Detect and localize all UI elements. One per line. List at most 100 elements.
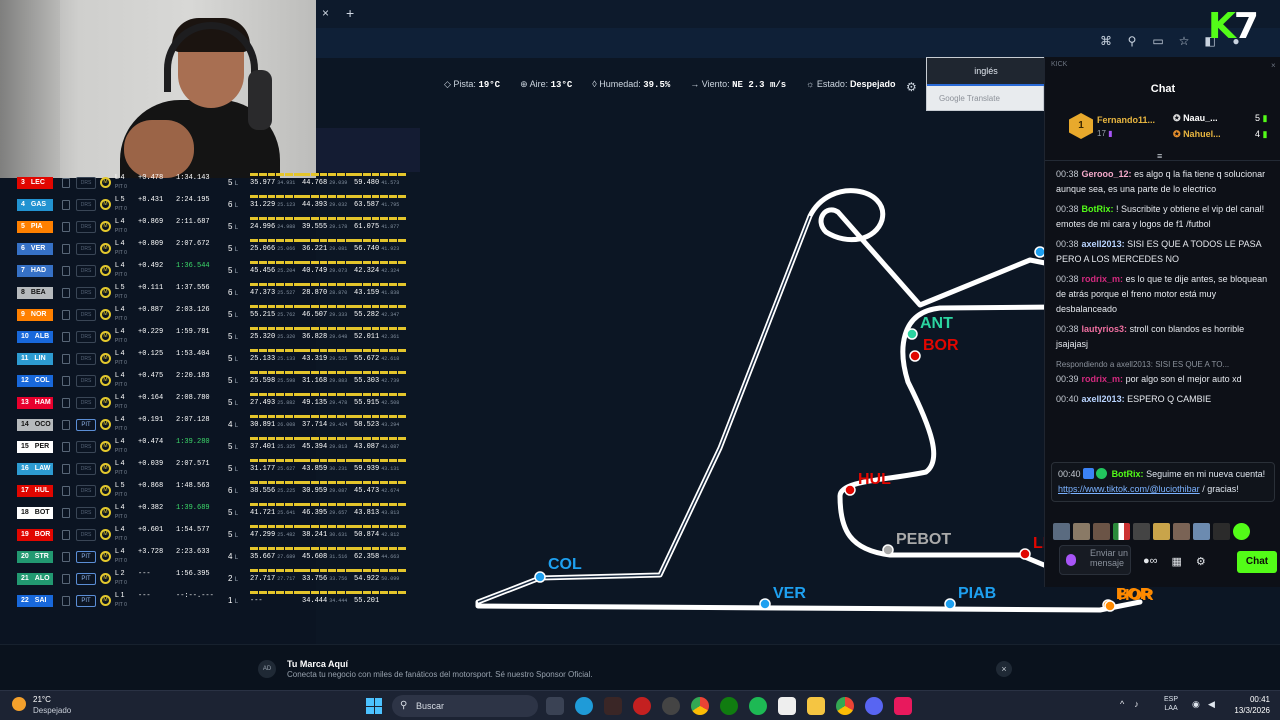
timing-row[interactable]: 9 NOR DRS M L 4 PIT 0 +0.887 2:03.126 5 L… bbox=[0, 304, 418, 326]
gift-icon[interactable]: ▦ bbox=[1172, 555, 1182, 568]
tray-chevron-icon[interactable]: ^ bbox=[1120, 699, 1124, 709]
emote[interactable] bbox=[1113, 523, 1130, 540]
new-tab-icon[interactable]: + bbox=[346, 5, 354, 21]
sector-3: 59.480 41.573 bbox=[354, 179, 400, 187]
timing-row[interactable]: 8 BEA DRS M L 5 PIT 0 +0.111 1:37.556 6 L… bbox=[0, 282, 418, 304]
taskbar-search[interactable]: ⚲ Buscar bbox=[392, 695, 538, 717]
clock[interactable]: 00:41 13/3/2026 bbox=[1226, 694, 1270, 716]
close-sponsor-icon[interactable]: × bbox=[996, 661, 1012, 677]
weather-temp: 21°C bbox=[33, 695, 51, 704]
timing-row[interactable]: 21 ALO PIT M L 2 PIT 0 --- 1:56.395 2 L 2… bbox=[0, 568, 418, 590]
send-chat-button[interactable]: Chat bbox=[1237, 551, 1277, 573]
timing-row[interactable]: 3 LEC DRS M L 4 PIT 0 +0.478 1:34.143 5 L… bbox=[0, 172, 418, 194]
car-marker[interactable] bbox=[1019, 548, 1031, 560]
timing-row[interactable]: 14 OCO PIT M L 4 PIT 0 +0.191 2:07.128 4 … bbox=[0, 414, 418, 436]
mic-tray-icon[interactable]: ♪ bbox=[1134, 699, 1139, 709]
emote[interactable] bbox=[1233, 523, 1250, 540]
input-language[interactable]: ESP LAA bbox=[1164, 695, 1178, 713]
top-gifter-1-name[interactable]: Fernando11... bbox=[1097, 115, 1155, 125]
timing-row[interactable]: 11 LIN DRS M L 4 PIT 0 +0.125 1:53.404 5 … bbox=[0, 348, 418, 370]
timing-row[interactable]: 6 VER DRS M L 4 PIT 0 +0.809 2:07.672 5 L… bbox=[0, 238, 418, 260]
translate-icon[interactable]: ⌘ bbox=[1098, 33, 1114, 49]
chrome-icon[interactable] bbox=[836, 697, 854, 715]
spotify-icon[interactable] bbox=[749, 697, 767, 715]
chat-message[interactable]: 00:38 BotRix: ! Suscribite y obtiene el v… bbox=[1056, 202, 1276, 232]
top-gifter-3-name[interactable]: ✪ Nahuel... bbox=[1173, 129, 1221, 140]
points-icon[interactable]: ●∞ bbox=[1143, 555, 1158, 568]
lap-count: L 5 bbox=[115, 482, 125, 489]
pit-count: PIT 0 bbox=[115, 382, 127, 388]
emote[interactable] bbox=[1133, 523, 1150, 540]
timing-row[interactable]: 18 BOT DRS M L 4 PIT 0 +0.382 1:39.689 5 … bbox=[0, 502, 418, 524]
start-button[interactable] bbox=[366, 698, 382, 714]
car-marker[interactable] bbox=[909, 350, 921, 362]
emote[interactable] bbox=[1053, 523, 1070, 540]
chat-message[interactable]: 00:38 axell2013: SISI ES QUE A TODOS LE P… bbox=[1056, 237, 1276, 267]
chrome-icon[interactable] bbox=[691, 697, 709, 715]
app-icon[interactable] bbox=[604, 697, 622, 715]
car-marker[interactable] bbox=[944, 598, 956, 610]
bookmark-icon[interactable]: ☆ bbox=[1176, 33, 1192, 49]
file-explorer-icon[interactable] bbox=[807, 697, 825, 715]
car-marker[interactable] bbox=[759, 598, 771, 610]
zoom-icon[interactable]: ⚲ bbox=[1124, 33, 1140, 49]
interval: --- bbox=[138, 592, 151, 600]
emote[interactable] bbox=[1173, 523, 1190, 540]
car-marker[interactable] bbox=[844, 484, 856, 496]
xbox-icon[interactable] bbox=[720, 697, 738, 715]
timing-row[interactable]: 12 COL DRS M L 4 PIT 0 +0.475 2:20.183 5 … bbox=[0, 370, 418, 392]
interval: +0.868 bbox=[138, 482, 164, 490]
driver-position: 14 OCO bbox=[17, 419, 53, 431]
timing-row[interactable]: 4 GAS DRS M L 5 PIT 0 +8.431 2:24.195 6 L… bbox=[0, 194, 418, 216]
car-marker[interactable] bbox=[1104, 600, 1116, 612]
timing-row[interactable]: 16 LAW DRS M L 4 PIT 0 +0.039 2:07.571 5 … bbox=[0, 458, 418, 480]
timing-row[interactable]: 22 SAI PIT M L 1 PIT 0 --- --:--.--- 1 L … bbox=[0, 590, 418, 612]
task-view-icon[interactable] bbox=[546, 697, 564, 715]
car-marker[interactable] bbox=[882, 544, 894, 556]
timing-row[interactable]: 15 PER DRS M L 4 PIT 0 +0.474 1:39.280 5 … bbox=[0, 436, 418, 458]
gear-icon[interactable]: ⚙ bbox=[906, 80, 917, 94]
timing-row[interactable]: 13 HAM DRS M L 4 PIT 0 +0.164 2:08.780 5 … bbox=[0, 392, 418, 414]
weather-icon[interactable] bbox=[12, 697, 26, 711]
emote[interactable] bbox=[1193, 523, 1210, 540]
chat-message[interactable]: 00:38 rodrix_m: es lo que te dije antes, … bbox=[1056, 272, 1276, 317]
chat-message[interactable]: 00:38 Gerooo_12: es algo q la fia tiene q… bbox=[1056, 167, 1276, 197]
volume-icon[interactable]: ◀ bbox=[1208, 699, 1215, 710]
discord-icon[interactable] bbox=[865, 697, 883, 715]
obs-icon[interactable] bbox=[662, 697, 680, 715]
driver-position: 10 ALB bbox=[17, 331, 53, 343]
sector-2: 34.444 34.444 bbox=[302, 597, 348, 605]
timing-row[interactable]: 10 ALB DRS M L 4 PIT 0 +0.229 1:59.781 5 … bbox=[0, 326, 418, 348]
emote[interactable] bbox=[1213, 523, 1230, 540]
stint-count: 5 L bbox=[228, 266, 239, 275]
emote[interactable] bbox=[1093, 523, 1110, 540]
best-lap: 2:11.687 bbox=[176, 218, 210, 226]
emote[interactable] bbox=[1073, 523, 1090, 540]
car-marker[interactable] bbox=[906, 328, 918, 340]
chat-input[interactable]: Enviar un mensaje bbox=[1059, 545, 1131, 575]
chat-message[interactable]: 00:40 axell2013: ESPERO Q CAMBIE bbox=[1056, 392, 1276, 407]
translate-language-tab[interactable]: inglés bbox=[927, 58, 1045, 86]
network-icon[interactable]: ◉ bbox=[1192, 699, 1200, 710]
cast-icon[interactable]: ▭ bbox=[1150, 33, 1166, 49]
emote[interactable] bbox=[1153, 523, 1170, 540]
timing-row[interactable]: 20 STR PIT M L 4 PIT 0 +3.728 2:23.633 4 … bbox=[0, 546, 418, 568]
timing-row[interactable]: 17 HUL DRS M L 5 PIT 0 +0.868 1:48.563 6 … bbox=[0, 480, 418, 502]
chat-message[interactable]: Respondiendo a axell2013: SISI ES QUE A … bbox=[1056, 357, 1276, 387]
timing-row[interactable]: 5 PIA DRS M L 4 PIT 0 +0.869 2:11.687 5 L… bbox=[0, 216, 418, 238]
timing-row[interactable]: 7 HAD DRS M L 4 PIT 0 +0.492 1:36.544 5 L… bbox=[0, 260, 418, 282]
app-icon[interactable] bbox=[633, 697, 651, 715]
capcut-icon[interactable] bbox=[778, 697, 796, 715]
tiktok-link[interactable]: https://www.tiktok.com/@luciothibar bbox=[1058, 484, 1200, 494]
stint-count: 6 L bbox=[228, 200, 239, 209]
timing-row[interactable]: 19 BOR DRS M L 4 PIT 0 +0.601 1:54.577 5 … bbox=[0, 524, 418, 546]
tiktok-icon[interactable] bbox=[894, 697, 912, 715]
car-marker[interactable] bbox=[534, 571, 546, 583]
close-chat-icon[interactable]: × bbox=[1271, 61, 1276, 70]
top-gifter-2-name[interactable]: ✪ Naau_... bbox=[1173, 113, 1218, 124]
edge-icon[interactable] bbox=[575, 697, 593, 715]
chat-message[interactable]: 00:38 lautyrios3: stroll con blandos es h… bbox=[1056, 322, 1276, 352]
chat-settings-icon[interactable]: ⚙ bbox=[1196, 555, 1206, 568]
close-tab-icon[interactable]: × bbox=[322, 6, 336, 20]
microphone-icon[interactable] bbox=[1066, 554, 1076, 566]
